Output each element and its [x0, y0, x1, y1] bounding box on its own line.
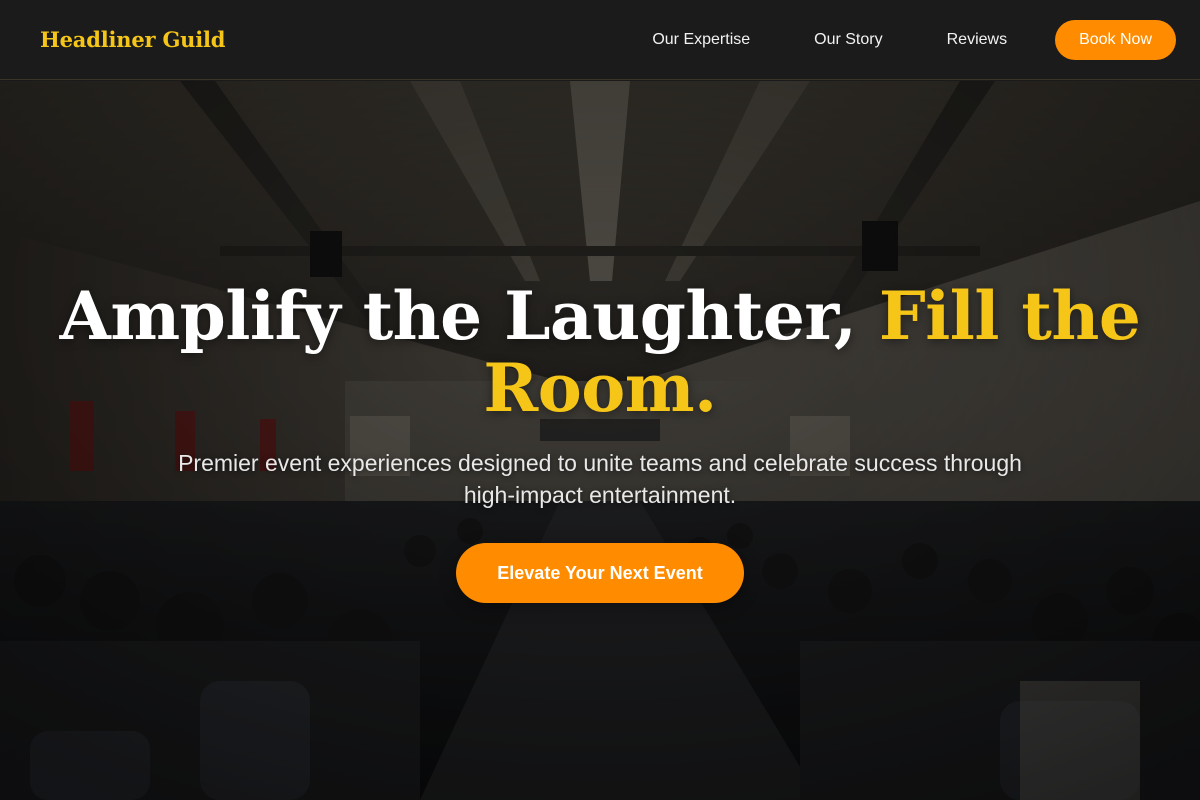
book-now-button[interactable]: Book Now: [1055, 19, 1176, 60]
hero-title-main: Amplify the Laughter,: [59, 277, 879, 355]
nav-link-our-story[interactable]: Our Story: [814, 31, 882, 49]
elevate-event-button[interactable]: Elevate Your Next Event: [456, 543, 744, 603]
main-nav: Our Expertise Our Story Reviews Book Now: [652, 19, 1176, 60]
hero-section: Amplify the Laughter, Fill the Room. Pre…: [0, 81, 1200, 800]
hero-title: Amplify the Laughter, Fill the Room.: [0, 280, 1200, 424]
nav-link-our-expertise[interactable]: Our Expertise: [652, 31, 750, 49]
site-header: Headliner Guild Our Expertise Our Story …: [0, 0, 1200, 80]
hero-content: Amplify the Laughter, Fill the Room. Pre…: [0, 81, 1200, 800]
nav-link-reviews[interactable]: Reviews: [947, 31, 1007, 49]
brand-logo[interactable]: Headliner Guild: [40, 27, 225, 52]
hero-subtitle: Premier event experiences designed to un…: [178, 450, 1022, 508]
